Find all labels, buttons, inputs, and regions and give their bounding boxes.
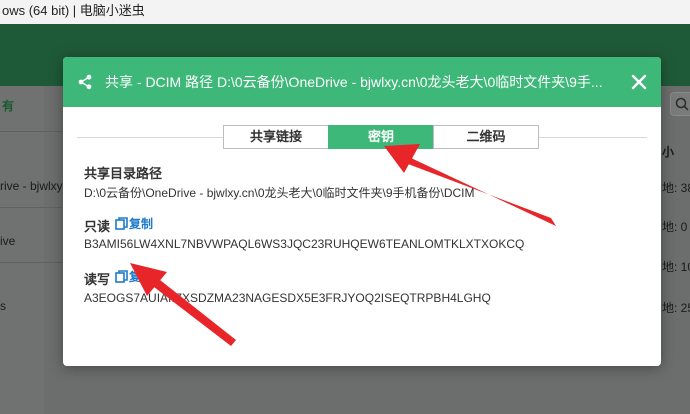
bg-row-text: ive	[0, 234, 16, 248]
bg-row-text: rive - bjwlxy	[0, 179, 63, 193]
bg-row-text: s	[0, 299, 6, 313]
copy-readwrite-button[interactable]: 复制	[115, 268, 153, 285]
bg-column-header: 有	[2, 99, 15, 113]
bg-right-row: 地: 0	[662, 220, 688, 234]
bg-search-box[interactable]	[670, 92, 690, 116]
dialog-title: 共享 - DCIM 路径 D:\0云备份\OneDrive - bjwlxy.c…	[105, 74, 603, 90]
dialog-header: 共享 - DCIM 路径 D:\0云备份\OneDrive - bjwlxy.c…	[63, 57, 661, 107]
share-dialog: 共享 - DCIM 路径 D:\0云备份\OneDrive - bjwlxy.c…	[63, 57, 661, 366]
readwrite-key: A3EOGS7AUIAIIZXSDZMA23NAGESDX5E3FRJYOQ2I…	[84, 291, 491, 305]
window-titlebar: ows (64 bit) | 电脑小迷虫	[0, 0, 690, 24]
path-value: D:\0云备份\OneDrive - bjwlxy.cn\0龙头老大\0临时文件…	[84, 186, 475, 200]
copy-icon	[115, 270, 128, 283]
tab-qr-code[interactable]: 二维码	[433, 125, 539, 149]
tab-keys[interactable]: 密钥	[328, 125, 434, 149]
close-icon[interactable]	[629, 72, 649, 92]
window-title: ows (64 bit) | 电脑小迷虫	[2, 3, 145, 18]
copy-readwrite-label: 复制	[129, 270, 154, 284]
share-icon	[78, 74, 92, 90]
path-label: 共享目录路径	[84, 166, 163, 181]
readwrite-label: 读写	[84, 272, 111, 287]
bg-right-row: 地: 25	[662, 301, 690, 315]
copy-readonly-button[interactable]: 复制	[115, 215, 153, 232]
search-icon	[675, 97, 689, 111]
readonly-key: B3AMI56LW4XNL7NBVWPAQL6WS3JQC23RUHQEW6TE…	[84, 237, 525, 251]
bg-row-divider	[0, 207, 62, 208]
tab-share-link[interactable]: 共享链接	[223, 125, 329, 149]
readonly-label: 只读	[84, 219, 111, 234]
left-column-dimmed	[0, 86, 44, 414]
dialog-tabs: 共享链接 密钥 二维码	[223, 125, 539, 149]
copy-icon	[115, 217, 128, 230]
bg-right-row: 地: 38	[662, 181, 690, 195]
bg-right-header: 小	[662, 145, 675, 159]
bg-row-divider	[0, 131, 62, 132]
copy-readonly-label: 复制	[129, 217, 154, 231]
bg-right-row: 地: 10	[662, 260, 690, 274]
bg-row-divider	[0, 262, 62, 263]
